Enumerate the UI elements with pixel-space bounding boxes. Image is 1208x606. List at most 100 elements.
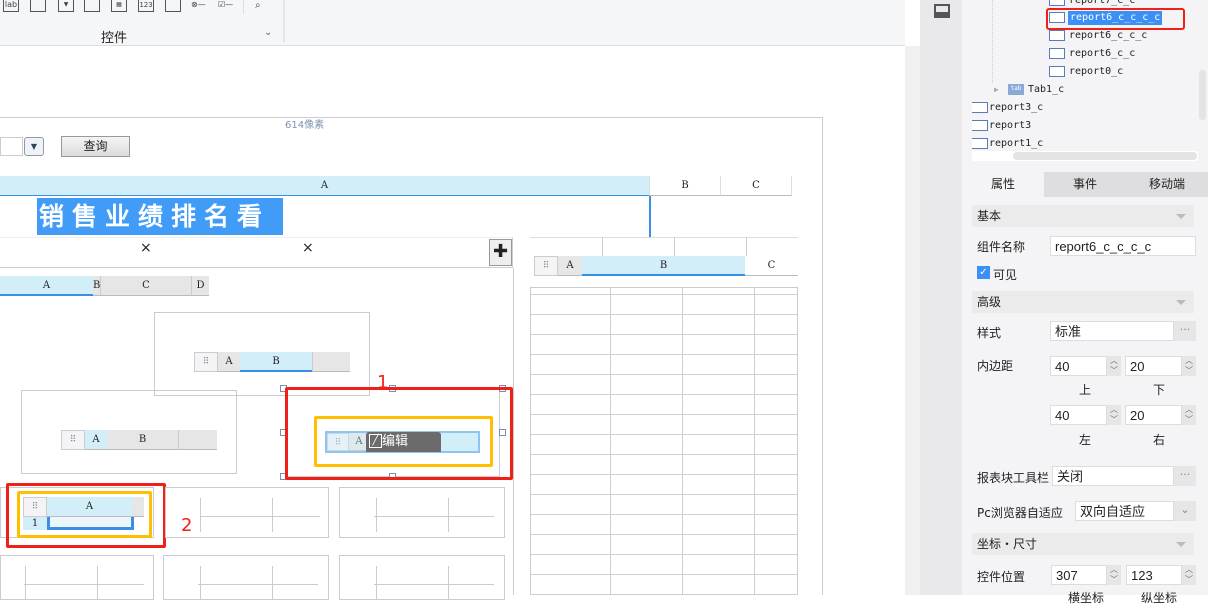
padding-left-label: 左 — [1079, 433, 1092, 447]
padding-left-input[interactable]: 40 — [1050, 405, 1107, 425]
search-query-icon[interactable]: ⌕ — [255, 0, 261, 11]
position-x-input[interactable]: 307 — [1051, 565, 1107, 585]
annotation-highlight — [1046, 8, 1185, 30]
sheet-grid[interactable] — [530, 287, 798, 595]
col-header-b[interactable]: B — [582, 256, 745, 276]
divider — [243, 0, 244, 14]
col-header-b[interactable]: B — [649, 176, 720, 196]
highlight-box-2 — [17, 491, 152, 538]
side-strip — [920, 0, 962, 595]
form-icon[interactable] — [84, 0, 100, 12]
col-header-c[interactable]: C — [100, 276, 191, 296]
query-button[interactable]: 查询 — [61, 136, 130, 157]
spinner-icon[interactable]: ︿ ﹀ — [1182, 565, 1196, 585]
report-icon — [1049, 48, 1065, 59]
col-header-b[interactable]: B — [240, 352, 312, 372]
button-icon[interactable] — [30, 0, 46, 12]
browser-adapt-label: Pc浏览器自适应 — [977, 506, 1063, 520]
annotation-label-1: 1 — [377, 372, 389, 393]
position-x-label: 横坐标 — [1068, 591, 1105, 605]
tab-icon: tab — [1008, 84, 1024, 95]
visible-label: 可见 — [993, 268, 1018, 282]
report-icon — [972, 102, 988, 113]
report-icon — [972, 138, 988, 149]
col-header-a[interactable]: A — [0, 176, 649, 196]
report-block[interactable] — [339, 555, 505, 600]
section-basic[interactable]: 基本 — [972, 205, 1194, 227]
close-icon[interactable]: × — [140, 240, 152, 256]
tab-events[interactable]: 事件 — [1044, 172, 1126, 197]
query-combo-input[interactable] — [0, 137, 23, 156]
col-header-a[interactable]: A — [85, 430, 107, 450]
col-header-c[interactable]: C — [720, 176, 792, 196]
grid-icon[interactable]: ▦ — [111, 0, 127, 12]
spinner-icon[interactable]: ︿ ﹀ — [1182, 356, 1196, 376]
name-input[interactable]: report6_c_c_c_c — [1050, 236, 1196, 256]
toolbar-setting-input[interactable]: 关闭 — [1052, 466, 1174, 486]
col-header-a[interactable]: A — [0, 276, 93, 296]
browser-adapt-select[interactable]: 双向自适应 — [1075, 501, 1174, 521]
report-block[interactable] — [163, 555, 329, 600]
report-block[interactable] — [0, 555, 154, 600]
visible-checkbox[interactable]: ✓ — [977, 266, 990, 279]
style-input[interactable]: 标准 — [1050, 321, 1174, 341]
layout-icon[interactable] — [934, 4, 950, 18]
section-advanced[interactable]: 高级 — [972, 291, 1194, 313]
tab-properties[interactable]: 属性 — [962, 172, 1044, 197]
horizontal-scrollbar[interactable] — [972, 151, 1198, 161]
dropdown-icon[interactable]: ▼ — [58, 0, 74, 12]
col-header-c[interactable]: C — [745, 256, 798, 276]
radio-group-icon[interactable]: ⊗— — [191, 0, 206, 9]
toolbar: lab ▼ ▦ 123 ⊗— ☑— ⌕ 控件 ⌄ — [0, 0, 905, 46]
spinner-icon[interactable]: ︿ ﹀ — [1182, 405, 1196, 425]
number-icon[interactable]: 123 — [138, 0, 154, 12]
report-block[interactable] — [339, 487, 505, 538]
vertical-scrollbar[interactable] — [905, 46, 920, 595]
combo-dropdown-icon[interactable]: ▼ — [24, 137, 44, 156]
spinner-icon[interactable]: ︿ ﹀ — [1107, 565, 1121, 585]
more-options-button[interactable]: ··· — [1174, 321, 1196, 341]
padding-top-input[interactable]: 40 — [1050, 356, 1107, 376]
section-position[interactable]: 坐标・尺寸 — [972, 533, 1194, 555]
report-block[interactable] — [165, 487, 329, 538]
spinner-icon[interactable]: ︿ ﹀ — [1107, 405, 1121, 425]
style-label: 样式 — [977, 326, 1002, 340]
padding-bottom-label: 下 — [1153, 383, 1166, 397]
position-y-label: 纵坐标 — [1141, 591, 1178, 605]
tab-bar: × × ✚ — [0, 237, 513, 268]
col-header-b[interactable]: B — [107, 430, 178, 450]
checkbox-group-icon[interactable]: ☑— — [218, 0, 233, 9]
drag-grid-icon[interactable]: ⠿ — [534, 256, 558, 276]
col-header-a[interactable]: A — [218, 352, 240, 372]
width-hint: 614像素 — [285, 120, 325, 131]
padding-right-input[interactable]: 20 — [1125, 405, 1182, 425]
drag-grid-icon[interactable]: ⠿ — [194, 352, 218, 372]
col-header-a[interactable]: A — [558, 256, 582, 276]
col-header-b[interactable]: B — [93, 276, 100, 296]
spinner-icon[interactable]: ︿ ﹀ — [1107, 356, 1121, 376]
drag-grid-icon[interactable]: ⠿ — [61, 430, 85, 450]
add-tab-icon[interactable]: ✚ — [489, 239, 512, 266]
position-y-input[interactable]: 123 — [1126, 565, 1182, 585]
more-options-button[interactable]: ··· — [1174, 466, 1196, 486]
chevron-down-icon[interactable]: ⌄ — [1174, 501, 1196, 521]
text-area-icon[interactable] — [165, 0, 181, 12]
tree-scrollbar[interactable] — [1199, 70, 1206, 120]
expand-arrow-icon[interactable]: ▶ — [994, 83, 999, 97]
close-icon[interactable]: × — [302, 240, 314, 256]
report-title[interactable]: 销售业绩排名看 — [37, 198, 283, 235]
highlight-box-1 — [314, 416, 493, 467]
label-icon[interactable]: lab — [3, 0, 19, 12]
report-icon — [1049, 30, 1065, 41]
col-header-d[interactable]: D — [191, 276, 209, 296]
padding-top-label: 上 — [1079, 383, 1092, 397]
report-icon — [972, 120, 988, 131]
group-label: 控件 — [101, 31, 128, 46]
component-tree: report7_c_c report6_c_c_c_c report6_c_c_… — [972, 0, 1198, 161]
padding-bottom-input[interactable]: 20 — [1125, 356, 1182, 376]
col-header-blank — [312, 352, 350, 372]
grid-row — [530, 237, 798, 257]
chevron-down-icon[interactable]: ⌄ — [264, 27, 272, 38]
padding-label: 内边距 — [977, 359, 1014, 373]
tab-mobile[interactable]: 移动端 — [1126, 172, 1208, 197]
